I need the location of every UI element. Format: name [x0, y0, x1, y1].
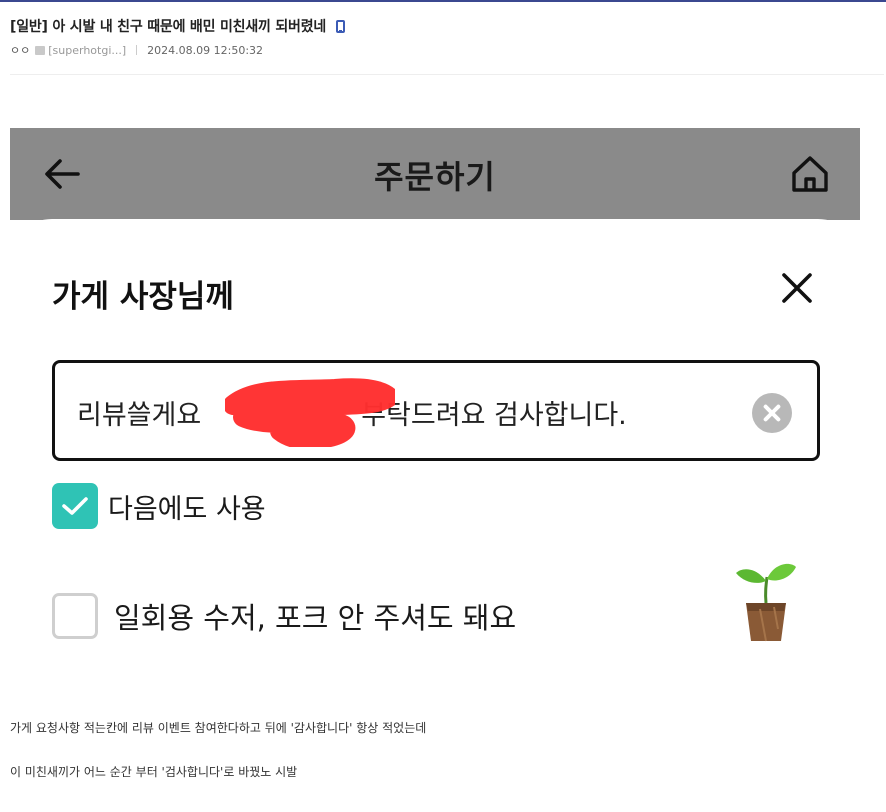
- redaction-scribble: [225, 378, 395, 447]
- request-input: 리뷰쓸게요 부탁드려요 검사합니다.: [52, 360, 820, 461]
- post-header: [일반] 아 시발 내 친구 때문에 배민 미친새끼 되버렸네 ㅇㅇ [supe…: [10, 16, 876, 58]
- post-title[interactable]: [일반] 아 시발 내 친구 때문에 배민 미친새끼 되버렸네: [10, 16, 326, 36]
- post-writer[interactable]: ㅇㅇ: [10, 42, 30, 58]
- request-sheet: 가게 사장님께 리뷰쓸게요 부탁드려요 검사합니다. 다음에도 사용 일회용 수저…: [10, 219, 860, 668]
- meta-divider-line: [10, 74, 884, 75]
- checkbox-row-no-utensils: 일회용 수저, 포크 안 주셔도 돼요: [52, 593, 516, 639]
- app-header-bar: 주문하기: [10, 128, 860, 220]
- reuse-checkbox: [52, 483, 98, 529]
- fixed-user-icon: [35, 45, 46, 55]
- home-icon: [792, 156, 828, 192]
- close-icon: [782, 273, 812, 303]
- reuse-label: 다음에도 사용: [108, 493, 266, 525]
- sheet-title: 가게 사장님께: [52, 279, 234, 315]
- app-page-title: 주문하기: [374, 158, 496, 196]
- clear-input-icon: [752, 393, 792, 433]
- caption-line-1: 가게 요청사항 적는칸에 리뷰 이벤트 참여한다하고 뒤에 '감사합니다' 항상…: [10, 721, 427, 735]
- top-rule: [0, 0, 886, 2]
- caption-line-2: 이 미친새끼가 어느 순간 부터 '검사합니다'로 바꿨노 시발: [10, 765, 298, 779]
- post-title-row: [일반] 아 시발 내 친구 때문에 배민 미친새끼 되버렸네: [10, 16, 876, 36]
- request-text-before: 리뷰쓸게요: [77, 400, 202, 431]
- no-utensils-label: 일회용 수저, 포크 안 주셔도 돼요: [114, 601, 517, 635]
- post-meta: ㅇㅇ [superhotgi...] 2024.08.09 12:50:32: [10, 42, 876, 58]
- checkmark-icon: [62, 497, 88, 515]
- checkbox-row-reuse: 다음에도 사용: [52, 483, 266, 529]
- post-user-id: [superhotgi...]: [48, 43, 127, 57]
- embedded-screenshot: 주문하기 가게 사장님께 리뷰쓸게요 부탁드려요 검사합니다. 다음에도 사용 …: [10, 128, 860, 668]
- post-date: 2024.08.09 12:50:32: [147, 43, 264, 57]
- mobile-icon: [336, 19, 346, 33]
- request-text-after: 부탁드려요 검사합니다.: [361, 400, 627, 431]
- sprout-icon: [736, 563, 796, 642]
- no-utensils-checkbox: [52, 593, 98, 639]
- meta-divider: [136, 45, 138, 55]
